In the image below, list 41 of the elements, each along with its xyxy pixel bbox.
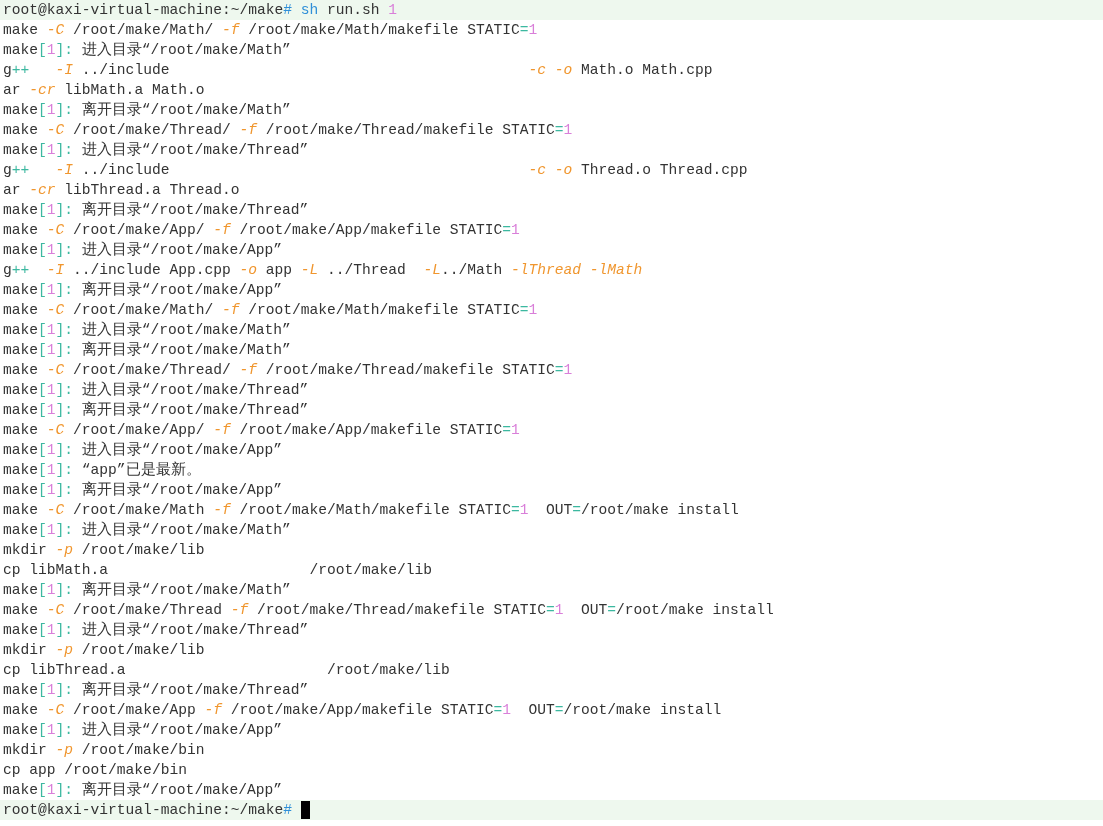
output-line: make -C /root/make/Math/ -f /root/make/Math/makefile STATIC=1 [3, 301, 538, 320]
output-line: cp libThread.a /root/make/lib [3, 661, 450, 680]
output-line: cp app /root/make/bin [3, 761, 187, 780]
output-line: make[1]: 进入目录“/root/make/Math” [3, 520, 291, 540]
output-line: make[1]: 离开目录“/root/make/Math” [3, 340, 291, 360]
output-line: g++ -I ../include -c -o Math.o Math.cpp [3, 61, 713, 80]
output-line: make -C /root/make/App/ -f /root/make/App/makefile STATIC=1 [3, 421, 520, 440]
output-line: make[1]: 进入目录“/root/make/Math” [3, 40, 291, 60]
output-line: make -C /root/make/Thread -f /root/make/Thread/makefile STATIC=1 OUT=/root/make install [3, 601, 774, 620]
output-line: ar -cr libMath.a Math.o [3, 81, 205, 100]
output-line: make[1]: 进入目录“/root/make/App” [3, 720, 282, 740]
output-line: make -C /root/make/Thread/ -f /root/make/Thread/makefile STATIC=1 [3, 361, 573, 380]
output-line: make[1]: 离开目录“/root/make/App” [3, 480, 282, 500]
output-line: make[1]: 离开目录“/root/make/App” [3, 280, 282, 300]
output-line: make[1]: 进入目录“/root/make/App” [3, 240, 282, 260]
output-line: make[1]: 离开目录“/root/make/Thread” [3, 680, 309, 700]
output-line: mkdir -p /root/make/bin [3, 741, 205, 760]
output-line: cp libMath.a /root/make/lib [3, 561, 433, 580]
output-line: make -C /root/make/Thread/ -f /root/make/Thread/makefile STATIC=1 [3, 121, 573, 140]
output-line: make[1]: 进入目录“/root/make/Thread” [3, 380, 309, 400]
prompt-line: root@kaxi-virtual-machine:~/make# [3, 801, 292, 820]
output-line: make -C /root/make/Math -f /root/make/Math/makefile STATIC=1 OUT=/root/make install [3, 501, 739, 520]
output-line: g++ -I ../include -c -o Thread.o Thread.cpp [3, 161, 748, 180]
output-line: g++ -I ../include App.cpp -o app -L ../Thread -L../Math -lThread -lMath [3, 261, 643, 280]
output-line: make[1]: 离开目录“/root/make/Thread” [3, 200, 309, 220]
output-line: make[1]: 进入目录“/root/make/App” [3, 440, 282, 460]
output-line: mkdir -p /root/make/lib [3, 641, 205, 660]
output-line: make[1]: 进入目录“/root/make/Thread” [3, 620, 309, 640]
prompt-line: root@kaxi-virtual-machine:~/make# sh run.sh 1 [3, 1, 398, 20]
output-line: make[1]: 离开目录“/root/make/Thread” [3, 400, 309, 420]
output-line: ar -cr libThread.a Thread.o [3, 181, 240, 200]
output-line: make[1]: 进入目录“/root/make/Thread” [3, 140, 309, 160]
output-line: make[1]: 进入目录“/root/make/Math” [3, 320, 291, 340]
output-line: make -C /root/make/App/ -f /root/make/App/makefile STATIC=1 [3, 221, 520, 240]
output-line: make -C /root/make/App -f /root/make/App/makefile STATIC=1 OUT=/root/make install [3, 701, 722, 720]
output-line: make[1]: 离开目录“/root/make/Math” [3, 580, 291, 600]
output-line: make[1]: 离开目录“/root/make/Math” [3, 100, 291, 120]
output-line: make -C /root/make/Math/ -f /root/make/Math/makefile STATIC=1 [3, 21, 538, 40]
output-line: make[1]: “app”已是最新。 [3, 460, 201, 480]
output-line: make[1]: 离开目录“/root/make/App” [3, 780, 282, 800]
output-line: mkdir -p /root/make/lib [3, 541, 205, 560]
